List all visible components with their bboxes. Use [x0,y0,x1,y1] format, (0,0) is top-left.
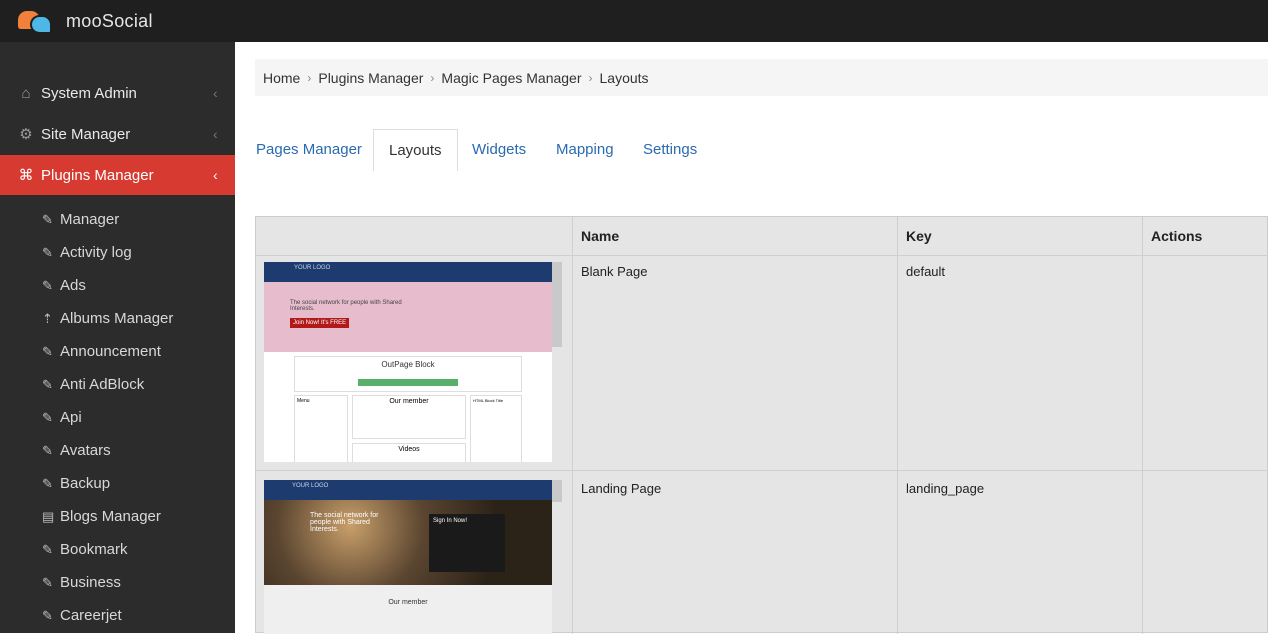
sidebar-subitem-label: Albums Manager [60,310,174,327]
comment-icon: ▤ [42,508,55,524]
layout-thumbnail: YOUR LOGO The social network for people … [264,262,552,462]
sidebar-subitem-anti-adblock[interactable]: ✎ Anti AdBlock [0,368,235,401]
thumb-block-title: OutPage Block [381,360,435,369]
sidebar-subitem-careerjet[interactable]: ✎ Careerjet [0,599,235,632]
layouts-table: Name Key Actions YOUR LOGO The social ne… [255,216,1268,634]
thumb-hero-button: Join Now! It's FREE [290,318,350,328]
layout-thumbnail: YOUR LOGO The social network for people … [264,480,552,634]
chevron-right-icon: › [307,70,312,85]
sidebar-subitem-manager[interactable]: ✎ Manager [0,203,235,236]
row-key: default [906,264,946,279]
plug-icon: ✎ [42,376,53,392]
sidebar-item-plugins-manager[interactable]: ⌘ Plugins Manager ‹ [0,155,235,195]
sidebar-subitem-backup[interactable]: ✎ Backup [0,467,235,500]
column-header-name: Name [581,228,620,244]
sidebar-subitem-label: Careerjet [60,607,122,624]
upload-icon: ⇡ [42,310,53,326]
plug-icon: ✎ [42,607,53,623]
tab-layouts[interactable]: Layouts [373,129,458,171]
sidebar-subitem-bookmark[interactable]: ✎ Bookmark [0,533,235,566]
chevron-left-icon: ‹ [213,167,218,183]
sidebar-subitem-label: Api [60,409,82,426]
thumb-logo: YOUR LOGO [264,262,552,282]
plug-icon: ⌘ [18,167,34,184]
breadcrumb-layouts: Layouts [599,69,649,86]
moosocial-logo-icon[interactable] [18,6,54,36]
row-key: landing_page [906,481,985,496]
sidebar-subitem-label: Blogs Manager [60,508,161,525]
breadcrumb-plugins-manager[interactable]: Plugins Manager [318,70,423,86]
sidebar: ⌂ System Admin ‹ ⚙ Site Manager ‹ ⌘ Plug… [0,42,235,633]
sidebar-subitem-label: Avatars [60,442,111,459]
thumb-hero-text: The social network for people with Share… [310,512,379,533]
thumb-signin-title: Sign In Now! [429,514,505,572]
breadcrumb-home[interactable]: Home [263,70,300,86]
thumb-menu-title: Menu [294,395,348,462]
plug-icon: ✎ [42,574,53,590]
app-name[interactable]: mooSocial [66,11,153,32]
thumb-html-title: HTML Block Title [470,395,522,462]
tab-widgets[interactable]: Widgets [472,129,526,171]
thumb-videos-title: Videos [352,443,466,462]
sidebar-subitem-avatars[interactable]: ✎ Avatars [0,434,235,467]
plug-icon: ✎ [42,475,53,491]
sidebar-subitem-label: Activity log [60,244,132,261]
chevron-right-icon: › [588,70,593,85]
column-header-key: Key [906,228,932,244]
sidebar-subitem-label: Backup [60,475,111,492]
chevron-right-icon: › [430,70,435,85]
top-bar: mooSocial [0,0,1268,42]
row-name: Blank Page [581,264,648,279]
sidebar-subitem-label: Ads [60,277,86,294]
sidebar-subitem-label: Announcement [60,343,161,360]
sidebar-subitem-announcement[interactable]: ✎ Announcement [0,335,235,368]
gears-icon: ⚙ [19,126,33,143]
thumbnail-scrollbar[interactable] [552,480,562,502]
sidebar-subitem-business[interactable]: ✎ Business [0,566,235,599]
sidebar-subitem-api[interactable]: ✎ Api [0,401,235,434]
sidebar-subitem-blogs-manager[interactable]: ▤ Blogs Manager [0,500,235,533]
tab-pages-manager[interactable]: Pages Manager [256,129,362,171]
main-content: Home › Plugins Manager › Magic Pages Man… [235,42,1268,634]
column-header-actions: Actions [1151,228,1203,244]
tab-bar: Pages Manager Layouts Widgets Mapping Se… [255,129,1268,171]
thumb-logo: YOUR LOGO [264,480,552,500]
sidebar-item-site-manager[interactable]: ⚙ Site Manager ‹ [0,114,235,154]
sidebar-subitem-label: Business [60,574,121,591]
sidebar-subitem-label: Bookmark [60,541,128,558]
home-icon: ⌂ [21,84,31,102]
sidebar-subitem-label: Anti AdBlock [60,376,145,393]
thumb-hero-text: The social network for people with Share… [290,300,402,312]
sidebar-item-label: Site Manager [41,125,131,143]
thumb-member-title: Our member [264,585,552,634]
plug-icon: ✎ [42,541,53,557]
plug-icon: ✎ [42,442,53,458]
thumb-member-title: Our member [352,395,466,439]
tab-settings[interactable]: Settings [643,129,697,171]
plug-icon: ✎ [42,277,53,293]
sidebar-subitem-activity-log[interactable]: ✎ Activity log [0,236,235,269]
plug-icon: ✎ [42,244,53,260]
breadcrumb-magic-pages-manager[interactable]: Magic Pages Manager [441,70,581,86]
row-name: Landing Page [581,481,662,496]
plug-icon: ✎ [42,409,53,425]
plug-icon: ✎ [42,343,53,359]
plug-icon: ✎ [42,211,53,227]
thumbnail-scrollbar[interactable] [552,262,562,347]
chevron-left-icon: ‹ [213,85,218,101]
breadcrumb: Home › Plugins Manager › Magic Pages Man… [255,59,1268,96]
sidebar-item-label: System Admin [41,84,137,102]
sidebar-item-system-admin[interactable]: ⌂ System Admin ‹ [0,73,235,113]
sidebar-subitem-ads[interactable]: ✎ Ads [0,269,235,302]
sidebar-subitem-albums-manager[interactable]: ⇡ Albums Manager [0,302,235,335]
sidebar-item-label: Plugins Manager [41,166,154,184]
tab-mapping[interactable]: Mapping [556,129,614,171]
chevron-left-icon: ‹ [213,126,218,142]
sidebar-subitem-label: Manager [60,211,120,228]
